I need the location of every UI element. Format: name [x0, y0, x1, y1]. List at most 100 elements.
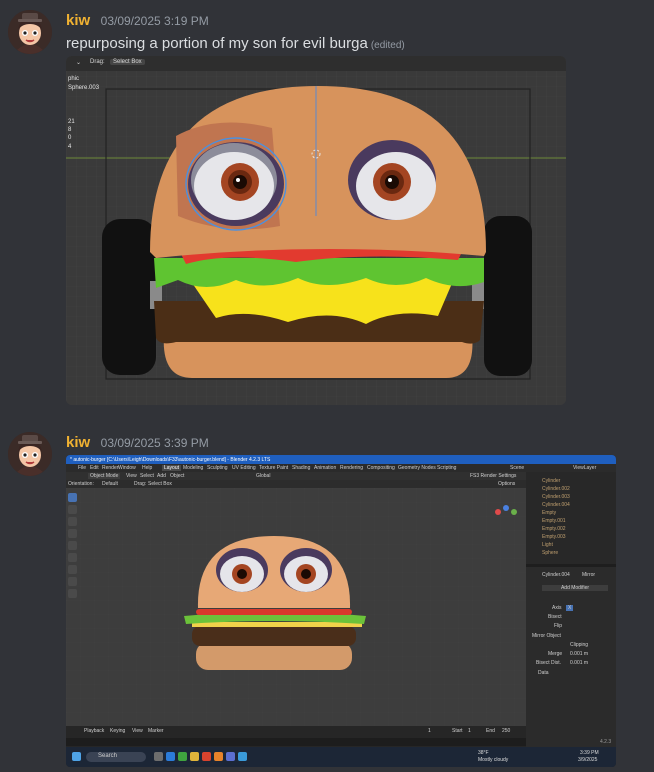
- username[interactable]: kiw: [66, 434, 90, 451]
- add-modifier-button[interactable]: Add Modifier: [542, 585, 608, 591]
- timeline-ruler[interactable]: [66, 738, 526, 746]
- app-icon[interactable]: [202, 752, 211, 761]
- outliner-item[interactable]: Empty.002: [542, 526, 566, 532]
- data-panel[interactable]: Data: [538, 670, 549, 676]
- current-frame[interactable]: 1: [428, 728, 431, 734]
- tab-compositing[interactable]: Compositing: [367, 465, 395, 471]
- end-label: End: [486, 728, 495, 734]
- render-settings[interactable]: FS3 Render Settings: [470, 473, 516, 479]
- mode-select[interactable]: Object Mode: [88, 473, 121, 479]
- outliner-item[interactable]: Light: [542, 542, 553, 548]
- tab-sculpting[interactable]: Sculpting: [207, 465, 228, 471]
- 3d-viewport[interactable]: [66, 488, 526, 726]
- drag-select[interactable]: Select Box: [148, 481, 172, 487]
- view-layer-selector[interactable]: ViewLayer: [573, 465, 596, 471]
- start-field[interactable]: 1: [468, 728, 471, 734]
- orientation-select[interactable]: Default: [102, 481, 118, 487]
- axis-x-toggle[interactable]: X: [566, 605, 574, 611]
- tab-texture-paint[interactable]: Texture Paint: [259, 465, 288, 471]
- overlay-text-1: phic: [68, 76, 80, 82]
- tab-modeling[interactable]: Modeling: [183, 465, 203, 471]
- outliner-item[interactable]: Empty.003: [542, 534, 566, 540]
- weather-desc[interactable]: Mostly cloudy: [478, 757, 508, 763]
- timestamp[interactable]: 03/09/2025 3:19 PM: [101, 14, 209, 28]
- viewport-header: Object Mode View Select Add Object Globa…: [66, 472, 526, 480]
- tab-shading[interactable]: Shading: [292, 465, 310, 471]
- weather-temp[interactable]: 38°F: [478, 750, 489, 756]
- outliner-item[interactable]: Sphere: [542, 550, 558, 556]
- tool-header: Orientation: Default Drag: Select Box Op…: [66, 480, 526, 488]
- menu-select[interactable]: Select: [140, 473, 154, 479]
- image-attachment[interactable]: ⌄ Drag: Select Box phic Sphere.003 21 8 …: [66, 56, 566, 405]
- outliner-item[interactable]: Empty.001: [542, 518, 566, 524]
- tab-uv-editing[interactable]: UV Editing: [232, 465, 256, 471]
- outliner-item[interactable]: Cylinder.002: [542, 486, 570, 492]
- taskbar-search[interactable]: Search: [86, 752, 146, 762]
- app-icon[interactable]: [166, 752, 175, 761]
- menu-file[interactable]: File: [78, 465, 86, 471]
- cursor-tool-icon[interactable]: [68, 505, 77, 514]
- outliner: Cylinder Cylinder.002 Cylinder.003 Cylin…: [526, 472, 616, 564]
- app-icon[interactable]: [190, 752, 199, 761]
- tab-layout[interactable]: Layout: [162, 465, 182, 471]
- avatar[interactable]: [8, 432, 52, 476]
- menu-chevron[interactable]: ⌄: [76, 59, 81, 66]
- tab-animation[interactable]: Animation: [314, 465, 336, 471]
- scene-selector[interactable]: Scene: [510, 465, 524, 471]
- app-icon[interactable]: [154, 752, 163, 761]
- timeline-marker[interactable]: Marker: [148, 728, 164, 734]
- avatar[interactable]: [8, 10, 52, 54]
- transform-tool-icon[interactable]: [68, 553, 77, 562]
- overlay-text-3: 21: [68, 119, 75, 125]
- bisect-dist-field[interactable]: 0.001 m: [570, 660, 588, 666]
- menu-help[interactable]: Help: [142, 465, 152, 471]
- search-label: Search: [98, 753, 118, 759]
- drag-select[interactable]: Select Box: [110, 59, 145, 65]
- rotate-tool-icon[interactable]: [68, 529, 77, 538]
- menu-add[interactable]: Add: [157, 473, 166, 479]
- end-field[interactable]: 250: [502, 728, 510, 734]
- windows-start-icon[interactable]: [72, 752, 81, 761]
- annotate-tool-icon[interactable]: [68, 565, 77, 574]
- clock-time[interactable]: 3:39 PM: [580, 750, 599, 756]
- bisect-label: Bisect: [548, 614, 562, 620]
- tab-rendering[interactable]: Rendering: [340, 465, 363, 471]
- username[interactable]: kiw: [66, 12, 90, 29]
- windows-taskbar: Search 38°F Mostly cloudy 3:39 PM 3/9/20…: [66, 747, 616, 767]
- merge-field[interactable]: 0.001 m: [570, 651, 588, 657]
- overlay-text-4: 8: [68, 127, 72, 133]
- timeline-playback[interactable]: Playback: [84, 728, 104, 734]
- app-icon[interactable]: [238, 752, 247, 761]
- tab-scripting[interactable]: Scripting: [437, 465, 456, 471]
- menu-edit[interactable]: Edit: [90, 465, 99, 471]
- blender-app-icon[interactable]: [214, 752, 223, 761]
- add-cube-tool-icon[interactable]: [68, 589, 77, 598]
- outliner-item[interactable]: Cylinder.003: [542, 494, 570, 500]
- select-tool-icon[interactable]: [68, 493, 77, 502]
- menu-object[interactable]: Object: [170, 473, 184, 479]
- outliner-item[interactable]: Cylinder: [542, 478, 560, 484]
- move-tool-icon[interactable]: [68, 517, 77, 526]
- menu-view[interactable]: View: [126, 473, 137, 479]
- scale-tool-icon[interactable]: [68, 541, 77, 550]
- window-titlebar: * autonic-burger [C:\Users\Leigh\Downloa…: [66, 455, 616, 464]
- start-label: Start: [452, 728, 463, 734]
- timeline-view[interactable]: View: [132, 728, 143, 734]
- outliner-item[interactable]: Empty: [542, 510, 556, 516]
- image-attachment[interactable]: * autonic-burger [C:\Users\Leigh\Downloa…: [66, 455, 616, 767]
- transform-orientation[interactable]: Global: [256, 473, 270, 479]
- timestamp[interactable]: 03/09/2025 3:39 PM: [101, 436, 209, 450]
- app-icon[interactable]: [226, 752, 235, 761]
- menu-window[interactable]: Window: [118, 465, 136, 471]
- measure-tool-icon[interactable]: [68, 577, 77, 586]
- app-icon[interactable]: [178, 752, 187, 761]
- menu-render[interactable]: Render: [102, 465, 118, 471]
- timeline-keying[interactable]: Keying: [110, 728, 125, 734]
- outliner-item[interactable]: Cylinder.004: [542, 502, 570, 508]
- drag-label: Drag:: [134, 481, 147, 487]
- window-title: * autonic-burger [C:\Users\Leigh\Downloa…: [70, 457, 271, 463]
- orientation-label: Orientation:: [68, 481, 94, 487]
- tab-geometry-nodes[interactable]: Geometry Nodes: [398, 465, 436, 471]
- clock-date[interactable]: 3/9/2025: [578, 757, 597, 763]
- options-menu[interactable]: Options: [498, 481, 515, 487]
